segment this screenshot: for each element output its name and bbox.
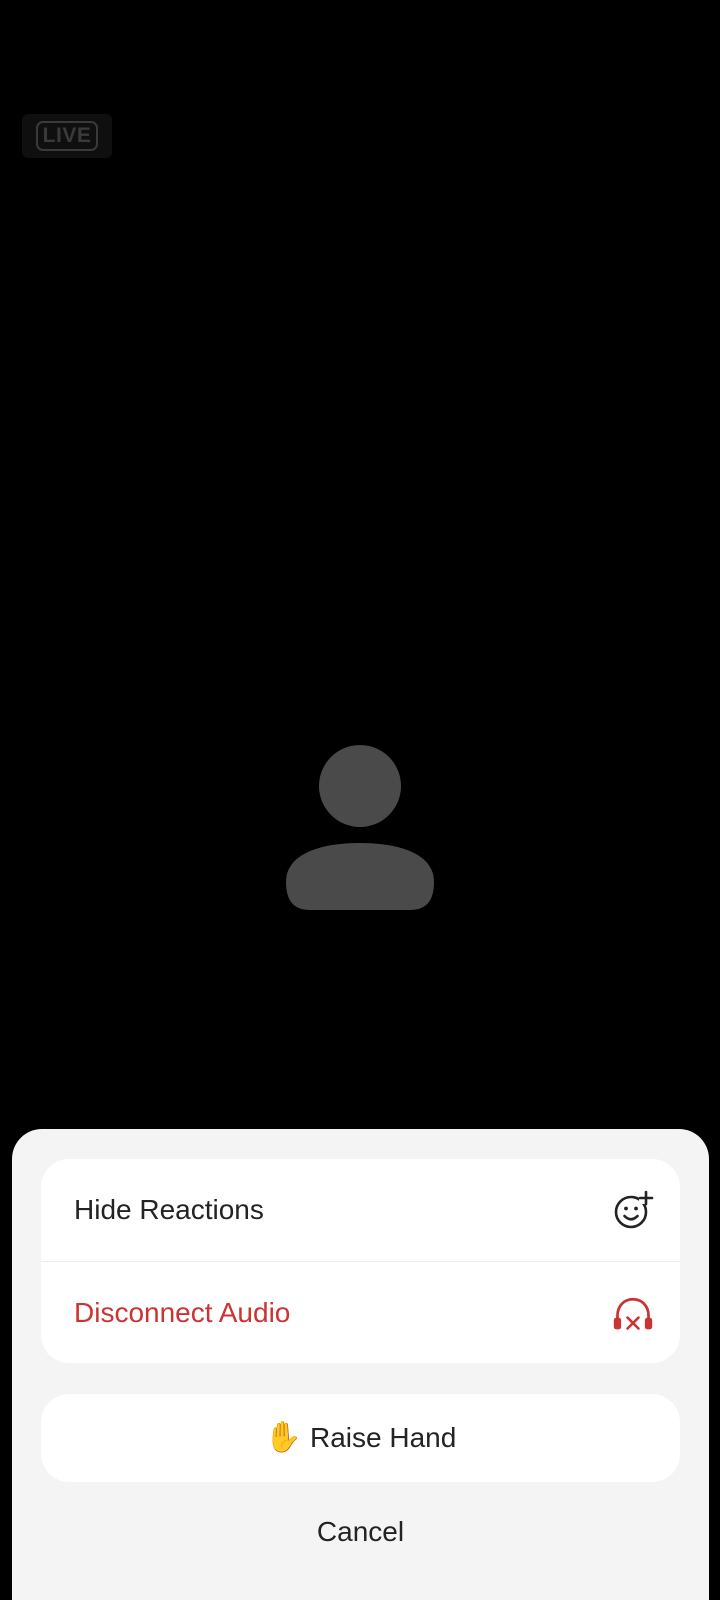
live-indicator: LIVE <box>22 114 112 158</box>
hide-reactions-label: Hide Reactions <box>74 1194 264 1225</box>
cancel-button[interactable]: Cancel <box>41 1497 680 1567</box>
person-icon <box>286 745 434 910</box>
headphones-disconnect-icon <box>613 1297 653 1330</box>
raise-hand-label: Raise Hand <box>310 1422 457 1453</box>
raise-hand-button[interactable]: ✋ Raise Hand <box>41 1394 680 1482</box>
hide-reactions-item[interactable]: Hide Reactions <box>41 1159 680 1261</box>
action-group: Hide Reactions Disconnect Audio <box>41 1159 680 1363</box>
disconnect-audio-label: Disconnect Audio <box>74 1296 291 1328</box>
add-reaction-icon <box>614 1190 654 1229</box>
live-badge: LIVE <box>35 121 99 151</box>
meeting-screen: LIVE Hide Reactions Disconnect Audio ✋ R… <box>0 0 720 1600</box>
disconnect-audio-item[interactable]: Disconnect Audio <box>41 1261 680 1363</box>
raised-hand-icon: ✋ <box>264 1421 303 1454</box>
action-sheet: Hide Reactions Disconnect Audio ✋ Raise … <box>12 1129 709 1600</box>
